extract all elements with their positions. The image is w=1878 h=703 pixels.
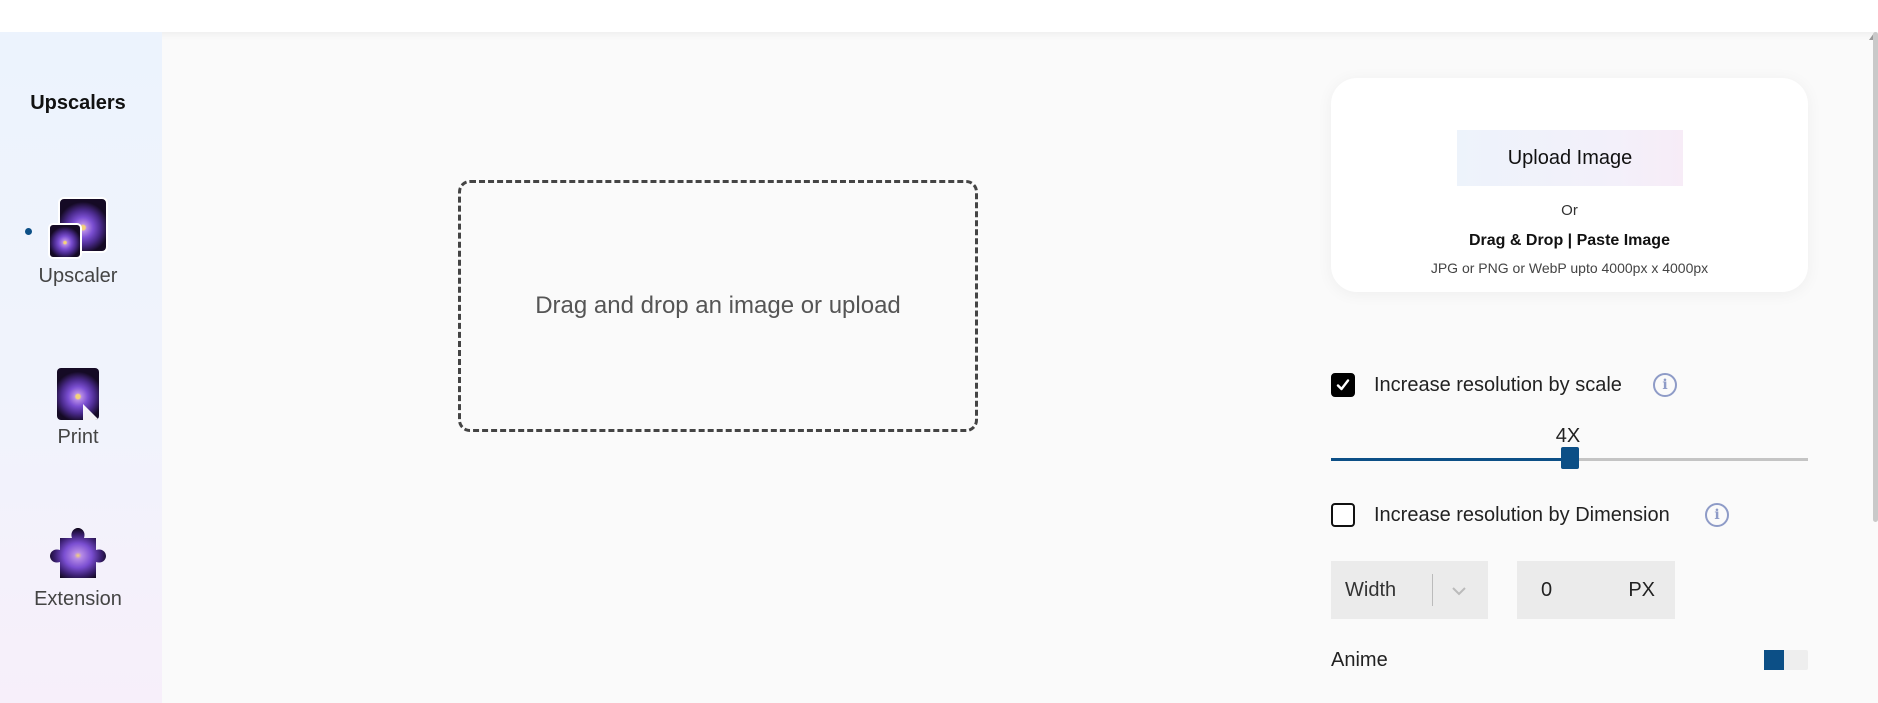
toggle-knob (1764, 650, 1784, 670)
sidebar: Upscalers Upscaler Print Extension (0, 32, 162, 703)
dimension-select[interactable]: Width (1331, 561, 1488, 619)
scale-value-label: 4X (1555, 425, 1581, 447)
sidebar-item-print[interactable]: Print (0, 368, 156, 449)
anime-label: Anime (1331, 649, 1388, 671)
dimension-value-input[interactable] (1541, 579, 1601, 602)
dimension-option-label: Increase resolution by Dimension (1374, 504, 1670, 526)
chevron-down-icon (1452, 587, 1466, 596)
sidebar-title: Upscalers (30, 92, 126, 114)
scale-option-label: Increase resolution by scale (1374, 374, 1622, 396)
top-bar (0, 0, 1878, 32)
extension-icon (50, 528, 106, 578)
dimension-checkbox[interactable] (1331, 503, 1355, 527)
upload-image-button[interactable]: Upload Image (1457, 130, 1683, 186)
drag-drop-paste-text: Drag & Drop | Paste Image (1469, 232, 1670, 249)
info-icon[interactable]: i (1705, 503, 1729, 527)
dimension-select-value: Width (1345, 579, 1397, 601)
checkmark-icon (1336, 379, 1350, 391)
info-icon[interactable]: i (1653, 373, 1677, 397)
select-divider (1432, 574, 1433, 606)
scale-slider-thumb[interactable] (1561, 447, 1579, 469)
sidebar-item-label: Extension (34, 588, 122, 610)
scale-checkbox[interactable] (1331, 373, 1355, 397)
file-format-hint: JPG or PNG or WebP upto 4000px x 4000px (1430, 260, 1709, 276)
image-dropzone[interactable]: Drag and drop an image or upload (458, 180, 978, 432)
upload-card: Upload Image Or Drag & Drop | Paste Imag… (1331, 78, 1808, 292)
sidebar-item-label: Upscaler (38, 265, 118, 287)
dimension-value-box: PX (1517, 561, 1675, 619)
anime-toggle[interactable] (1764, 650, 1808, 670)
print-icon (57, 368, 99, 420)
scale-slider-fill (1331, 458, 1570, 461)
upscaler-icon (48, 197, 108, 259)
dropzone-text: Drag and drop an image or upload (535, 292, 901, 319)
sidebar-item-label: Print (57, 426, 99, 448)
scrollbar[interactable] (1873, 32, 1878, 522)
sidebar-item-upscaler[interactable]: Upscaler (0, 197, 156, 288)
unit-label: PX (1628, 579, 1655, 601)
sidebar-item-extension[interactable]: Extension (0, 526, 156, 611)
or-separator: Or (1561, 202, 1578, 219)
